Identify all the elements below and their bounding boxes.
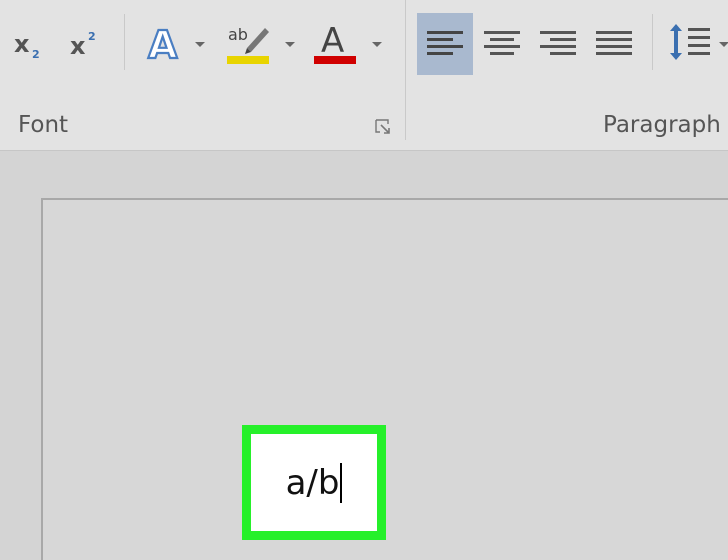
align-center-button[interactable]	[476, 13, 528, 75]
line-spacing-icon	[670, 24, 710, 60]
svg-text:ab: ab	[228, 25, 248, 44]
align-right-icon	[540, 31, 576, 55]
font-color-icon: A	[314, 21, 356, 64]
align-center-icon	[484, 31, 520, 55]
highlight-pen-icon: ab	[227, 25, 269, 64]
align-left-button[interactable]	[417, 13, 473, 75]
line-spacing-dropdown-icon[interactable]	[719, 42, 728, 47]
svg-text:2: 2	[32, 48, 40, 61]
highlight-button[interactable]: ab	[224, 18, 274, 66]
align-left-icon	[427, 31, 463, 55]
subscript-button[interactable]: x 2	[8, 22, 52, 66]
font-group-label: Font	[18, 112, 69, 138]
superscript-button[interactable]: x 2	[64, 22, 108, 66]
align-right-button[interactable]	[532, 13, 584, 75]
text-effects-dropdown-icon[interactable]	[195, 42, 205, 47]
subscript-icon: x 2	[14, 30, 40, 61]
svg-text:2: 2	[88, 30, 96, 43]
font-color-button[interactable]: A	[312, 18, 358, 66]
text-effects-icon: A	[147, 22, 179, 64]
ribbon-separator	[124, 14, 125, 70]
equation-text-box[interactable]: a/b	[242, 425, 386, 540]
group-separator	[405, 0, 406, 140]
text-cursor	[340, 462, 343, 503]
svg-text:x: x	[70, 32, 86, 60]
highlight-dropdown-icon[interactable]	[285, 42, 295, 47]
font-color-dropdown-icon[interactable]	[372, 42, 382, 47]
document-text-content: a/b	[285, 462, 340, 503]
line-spacing-button[interactable]	[666, 16, 716, 68]
justify-button[interactable]	[588, 13, 640, 75]
ribbon: x 2 x 2 A ab A Font Paragraph	[0, 0, 728, 151]
paragraph-group-label: Paragraph	[603, 112, 721, 138]
ribbon-separator	[652, 14, 653, 70]
superscript-icon: x 2	[70, 30, 96, 60]
font-dialog-launcher-icon[interactable]	[374, 118, 392, 136]
svg-text:A: A	[148, 23, 178, 64]
justify-icon	[596, 31, 632, 55]
text-effects-button[interactable]: A	[140, 18, 188, 66]
svg-text:A: A	[321, 21, 344, 61]
svg-text:x: x	[14, 30, 30, 58]
document-text: a/b	[285, 462, 343, 503]
